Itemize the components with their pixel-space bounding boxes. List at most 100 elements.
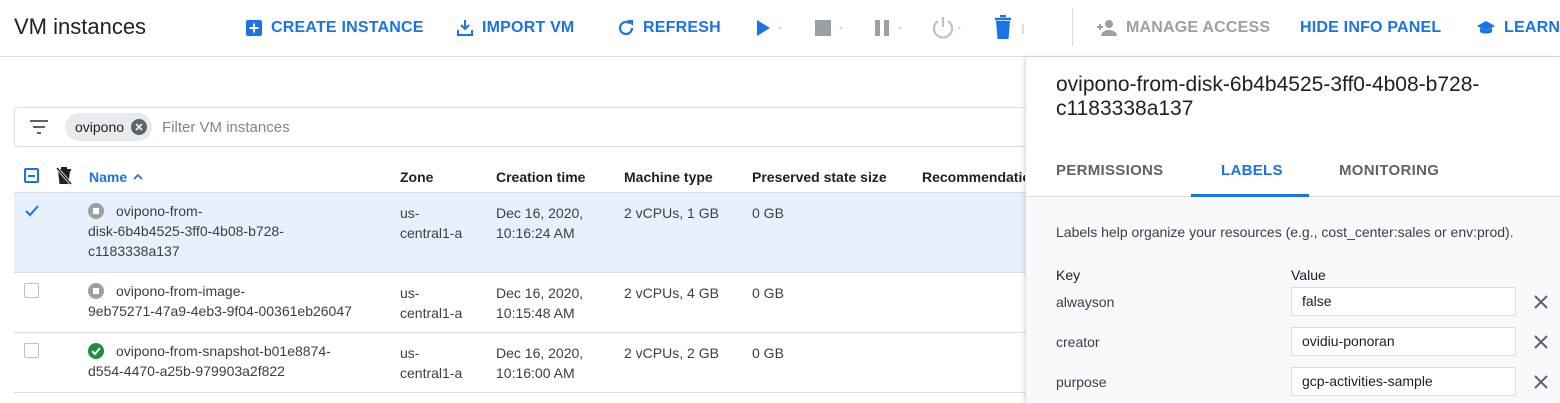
select-all-checkbox[interactable] <box>24 168 39 183</box>
hide-info-panel-button[interactable]: HIDE INFO PANEL <box>1300 0 1441 56</box>
learn-button[interactable]: LEARN <box>1476 0 1560 56</box>
panel-tabs: PERMISSIONS LABELS MONITORING <box>1026 143 1560 197</box>
play-icon <box>757 20 782 36</box>
row-checkbox[interactable] <box>24 343 39 358</box>
row-checkbox[interactable] <box>24 283 39 298</box>
instance-name-link[interactable]: ovipono-from- disk-6b4b4525-3ff0-4b08-b7… <box>88 201 378 261</box>
table-row[interactable]: ovipono-from-image- 9eb75271-47a9-4eb3-9… <box>14 273 1025 333</box>
preserved-size-cell: 0 GB <box>752 345 784 361</box>
toolbar-divider <box>1072 8 1073 46</box>
column-preserved-state-header[interactable]: Preserved state size <box>752 169 887 185</box>
column-name-header[interactable]: Name <box>89 169 143 185</box>
info-panel: ovipono-from-disk-6b4b4525-3ff0-4b08-b72… <box>1025 57 1560 403</box>
time-line: 10:16:24 AM <box>496 225 575 241</box>
zone-cell: us- central1-a <box>400 343 462 383</box>
creation-time-cell: Dec 16, 2020, 10:15:48 AM <box>496 283 583 323</box>
active-tab-indicator <box>1191 194 1309 197</box>
time-line: 10:15:48 AM <box>496 305 575 321</box>
machine-type-cell: 2 vCPUs, 4 GB <box>624 285 719 301</box>
delete-button[interactable] <box>992 0 1026 56</box>
zone-cell: us- central1-a <box>400 203 462 243</box>
top-toolbar: VM instances CREATE INSTANCE IMPORT VM R… <box>0 0 1560 57</box>
refresh-label: REFRESH <box>643 19 721 36</box>
instance-name-link[interactable]: ovipono-from-snapshot-b01e8874- d554-447… <box>88 341 388 381</box>
create-instance-button[interactable]: CREATE INSTANCE <box>245 0 424 56</box>
value-column-header: Value <box>1291 267 1326 283</box>
pause-button[interactable] <box>873 0 903 56</box>
add-box-icon <box>246 20 262 36</box>
label-key: creator <box>1056 334 1100 350</box>
checkbox-checked-icon <box>25 205 39 217</box>
panel-title: ovipono-from-disk-6b4b4525-3ff0-4b08-b72… <box>1056 73 1536 121</box>
delete-label-icon[interactable] <box>1531 292 1551 312</box>
row-checkbox[interactable] <box>24 203 39 218</box>
delete-label-icon[interactable] <box>1531 332 1551 352</box>
machine-type-cell: 2 vCPUs, 1 GB <box>624 205 719 221</box>
name-line: d554-4470-a25b-979903a2f822 <box>88 363 285 379</box>
stop-icon <box>815 20 843 36</box>
label-value-input[interactable]: ovidiu-ponoran <box>1291 327 1516 356</box>
import-vm-button[interactable]: IMPORT VM <box>456 0 574 56</box>
remove-chip-icon[interactable] <box>130 118 148 136</box>
zone-line: us- <box>400 345 420 361</box>
filter-chip-label: ovipono <box>75 119 125 135</box>
name-line: ovipono-from-image- <box>116 283 246 299</box>
time-line: 10:16:00 AM <box>496 365 575 381</box>
import-vm-label: IMPORT VM <box>482 19 575 36</box>
refresh-icon <box>618 20 634 36</box>
school-icon <box>1477 21 1495 34</box>
creation-time-cell: Dec 16, 2020, 10:16:00 AM <box>496 343 583 383</box>
filter-bar[interactable]: ovipono Filter VM instances <box>14 107 1025 147</box>
column-name-label: Name <box>89 169 128 185</box>
stop-button[interactable] <box>814 0 844 56</box>
label-key: alwayson <box>1056 294 1115 310</box>
name-line: 9eb75271-47a9-4eb3-9f04-00361eb26047 <box>88 303 352 319</box>
sort-ascending-icon <box>133 173 143 180</box>
label-value-input[interactable]: false <box>1291 287 1516 316</box>
column-zone-header[interactable]: Zone <box>400 169 433 185</box>
time-line: Dec 16, 2020, <box>496 285 584 301</box>
label-key: purpose <box>1056 374 1107 390</box>
manage-access-button[interactable]: MANAGE ACCESS <box>1096 0 1270 56</box>
panel-title-line: c1183338a137 <box>1056 97 1194 120</box>
manage-access-label: MANAGE ACCESS <box>1126 19 1271 36</box>
zone-line: central1-a <box>400 225 463 241</box>
download-icon <box>457 20 473 36</box>
panel-title-line: ovipono-from-disk-6b4b4525-3ff0-4b08-b72… <box>1056 73 1480 96</box>
trash-icon <box>995 15 1024 39</box>
creation-time-cell: Dec 16, 2020, 10:16:24 AM <box>496 203 583 243</box>
zone-line: us- <box>400 205 420 221</box>
learn-label: LEARN <box>1504 19 1560 36</box>
column-creation-time-header[interactable]: Creation time <box>496 169 585 185</box>
filter-chip[interactable]: ovipono <box>65 113 153 141</box>
filter-input[interactable]: Filter VM instances <box>162 119 290 136</box>
filter-icon[interactable] <box>29 120 49 134</box>
labels-tab-content: Labels help organize your resources (e.g… <box>1026 198 1560 403</box>
delete-label-icon[interactable] <box>1531 372 1551 392</box>
column-machine-type-header[interactable]: Machine type <box>624 169 713 185</box>
name-line: disk-6b4b4525-3ff0-4b08-b728- <box>88 223 284 239</box>
column-recommendation-header[interactable]: Recommendation <box>922 169 1025 185</box>
zone-line: central1-a <box>400 305 463 321</box>
label-value-input[interactable]: gcp-activities-sample <box>1291 367 1516 396</box>
labels-help-text: Labels help organize your resources (e.g… <box>1056 224 1514 240</box>
table-row[interactable]: ovipono-from-snapshot-b01e8874- d554-447… <box>14 333 1025 393</box>
zone-cell: us- central1-a <box>400 283 462 323</box>
time-line: Dec 16, 2020, <box>496 205 584 221</box>
reset-button[interactable] <box>930 0 962 56</box>
zone-line: us- <box>400 285 420 301</box>
table-row[interactable]: ovipono-from- disk-6b4b4525-3ff0-4b08-b7… <box>14 193 1025 273</box>
tab-labels[interactable]: LABELS <box>1221 143 1283 197</box>
tab-monitoring[interactable]: MONITORING <box>1339 143 1439 197</box>
refresh-button[interactable]: REFRESH <box>617 0 721 56</box>
name-line: c1183338a137 <box>88 243 180 259</box>
power-icon <box>932 17 961 39</box>
zone-line: central1-a <box>400 365 463 381</box>
name-line: ovipono-from-snapshot-b01e8874- <box>116 343 331 359</box>
tab-permissions[interactable]: PERMISSIONS <box>1056 143 1164 197</box>
time-line: Dec 16, 2020, <box>496 345 584 361</box>
start-button[interactable] <box>755 0 783 56</box>
vm-instances-table: Name Zone Creation time Machine type Pre… <box>14 160 1025 393</box>
instance-name-link[interactable]: ovipono-from-image- 9eb75271-47a9-4eb3-9… <box>88 281 388 321</box>
page-title: VM instances <box>14 14 147 39</box>
